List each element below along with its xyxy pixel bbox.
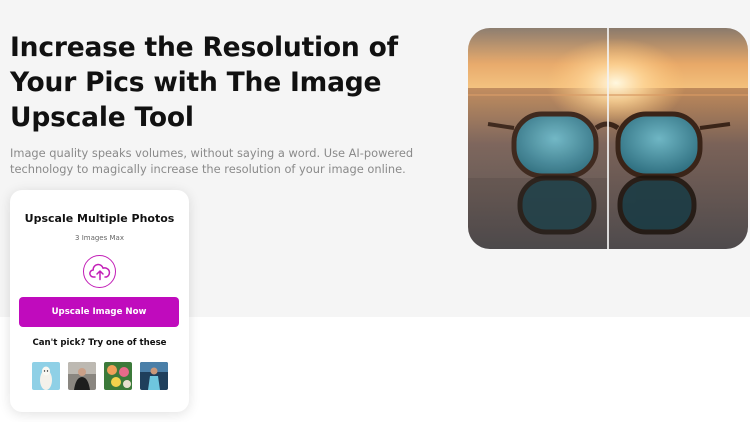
upload-limit-text: 3 Images Max (75, 234, 124, 242)
upscale-image-button[interactable]: Upscale Image Now (19, 297, 179, 327)
page-title: Increase the Resolution of Your Pics wit… (10, 32, 398, 133)
before-after-comparison-image[interactable] (468, 28, 748, 249)
sample-thumbnail-portrait[interactable] (140, 362, 168, 390)
sample-thumbnail-alpaca[interactable] (32, 362, 60, 390)
sample-thumbnails (32, 362, 168, 390)
cloud-upload-icon[interactable] (83, 255, 116, 288)
upload-card-title: Upscale Multiple Photos (24, 212, 175, 225)
hero-subtitle: Image quality speaks volumes, without sa… (10, 146, 414, 176)
sample-thumbnail-flowers[interactable] (104, 362, 132, 390)
sample-images-prompt: Can't pick? Try one of these (32, 338, 167, 348)
sample-thumbnail-person[interactable] (68, 362, 96, 390)
upload-card: Upscale Multiple Photos 3 Images Max Ups… (10, 190, 189, 412)
